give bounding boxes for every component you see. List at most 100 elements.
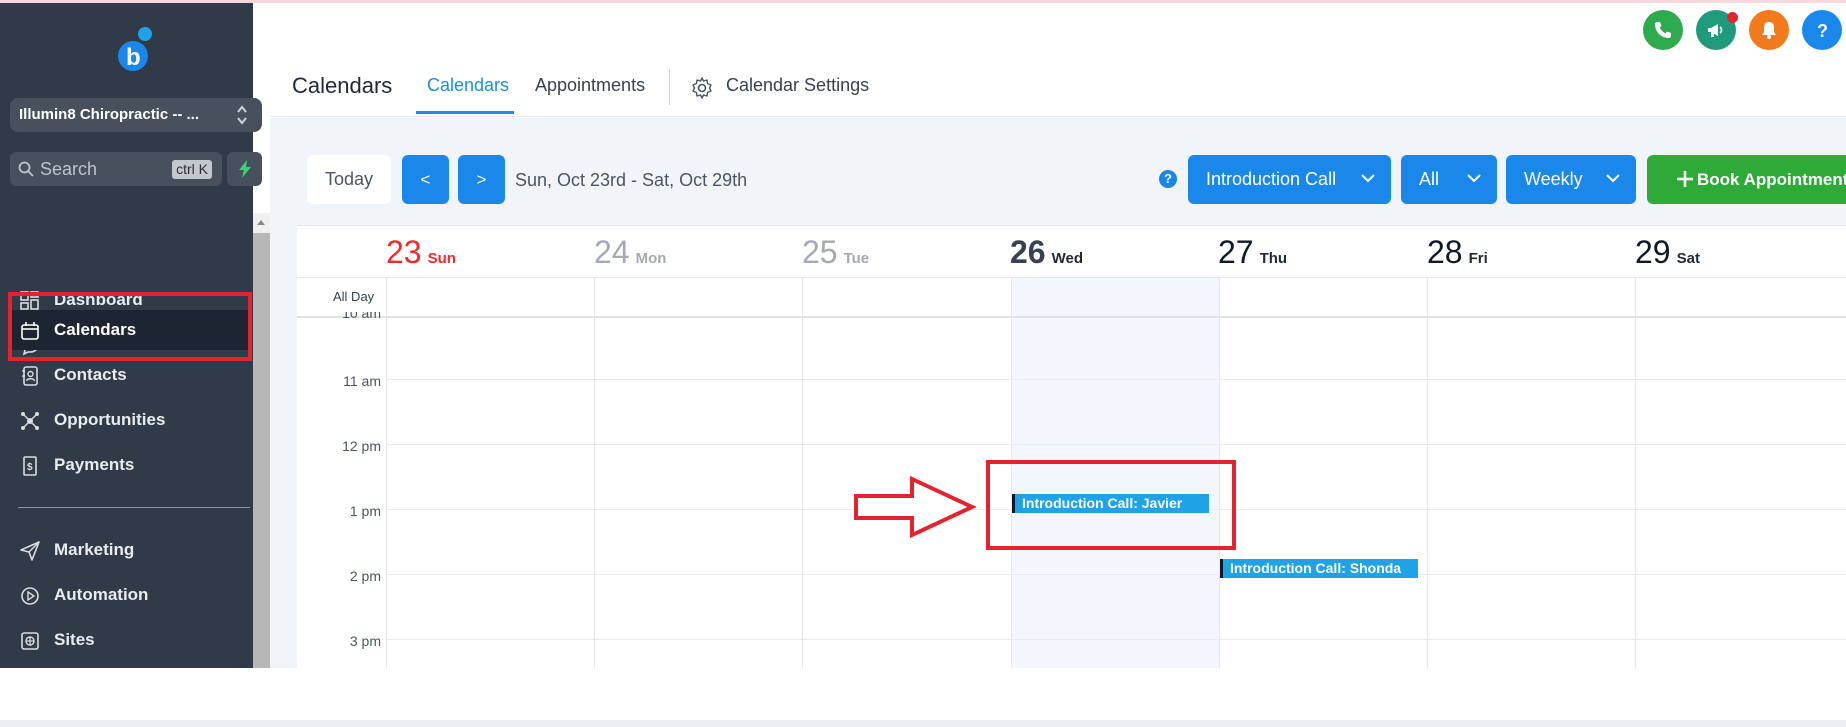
time-label: 2 pm [349, 568, 381, 584]
time-label: 3 pm [349, 633, 381, 649]
sidebar-item-marketing[interactable]: Marketing [10, 530, 250, 570]
header-divider [297, 277, 1846, 278]
sidebar-item-label: Opportunities [54, 410, 166, 429]
account-switcher[interactable]: Illumin8 Chiropractic -- ... [10, 98, 262, 132]
previous-week-button[interactable]: < [402, 155, 449, 204]
day-number: 29 [1635, 234, 1671, 270]
phone-icon [1655, 22, 1671, 38]
day-number: 26 [1010, 234, 1046, 270]
sidebar-divider [18, 507, 250, 508]
sidebar-item-contacts[interactable]: Contacts [10, 355, 250, 395]
svg-text:b: b [126, 44, 141, 71]
column-divider [386, 278, 387, 669]
event-introduction-call-shonda[interactable]: Introduction Call: Shonda [1220, 559, 1418, 578]
help-button[interactable]: ? [1802, 10, 1842, 50]
sidebar-item-label: Sites [54, 630, 95, 649]
time-label: 12 pm [342, 438, 381, 454]
search-shortcut-badge: ctrl K [172, 160, 212, 179]
page-bottom-bar [0, 720, 1846, 727]
day-header-mon[interactable]: 24 Mon [594, 234, 666, 274]
sidebar-search-input[interactable]: Search ctrl K [10, 152, 222, 186]
day-number: 28 [1427, 234, 1463, 270]
annotation-highlight-calendars [8, 292, 252, 361]
sidebar-item-label: Contacts [54, 365, 127, 384]
active-tab-indicator [416, 111, 514, 114]
day-name: Fri [1468, 250, 1488, 267]
bell-icon [1762, 22, 1776, 39]
calendar-filter-dropdown[interactable]: Introduction Call [1188, 155, 1391, 204]
all-day-label: All Day [333, 289, 375, 304]
column-divider [1635, 278, 1636, 669]
day-header-tue[interactable]: 25 Tue [802, 234, 869, 274]
annotation-highlight-event [986, 460, 1236, 550]
notifications-button[interactable] [1749, 10, 1789, 50]
date-range-label: Sun, Oct 23rd - Sat, Oct 29th [515, 170, 748, 190]
search-placeholder: Search [40, 159, 98, 179]
chevron-down-icon [1606, 174, 1620, 183]
page-bottom-strip [0, 668, 1846, 727]
day-header-thu[interactable]: 27 Thu [1218, 234, 1287, 274]
time-label: 10 am [342, 312, 381, 320]
lightning-bolt-icon [239, 160, 251, 178]
hour-line [387, 379, 1846, 380]
day-number: 23 [386, 234, 422, 270]
chevron-down-icon [1361, 174, 1375, 183]
help-icon: ? [1817, 21, 1828, 40]
today-button[interactable]: Today [307, 155, 391, 204]
tab-calendar-settings[interactable]: Calendar Settings [726, 75, 869, 96]
day-header-fri[interactable]: 28 Fri [1427, 234, 1488, 274]
paper-plane-icon [20, 541, 40, 561]
user-filter-dropdown[interactable]: All [1401, 155, 1497, 204]
day-header-wed[interactable]: 26 Wed [1010, 234, 1083, 274]
gear-icon[interactable] [690, 76, 714, 100]
view-mode-dropdown[interactable]: Weekly [1506, 155, 1636, 204]
tab-calendars[interactable]: Calendars [427, 75, 509, 96]
network-icon [21, 412, 39, 430]
account-name: Illumin8 Chiropractic -- ... [19, 106, 200, 123]
globe-square-icon [21, 632, 39, 650]
tab-appointments[interactable]: Appointments [535, 75, 645, 96]
page-header: Calendars Calendars Appointments Calenda… [270, 3, 1846, 117]
day-name: Tue [843, 250, 870, 267]
column-divider [1427, 278, 1428, 669]
week-calendar: 23 Sun 24 Mon 25 Tue 26 Wed 27 Thu 28 Fri 29 Sa… [297, 225, 1846, 669]
page-title: Calendars [292, 73, 393, 98]
user-filter-value: All [1419, 169, 1440, 189]
phone-button[interactable] [1643, 10, 1683, 50]
book-appointment-label: Book Appointment [1697, 170, 1846, 189]
next-week-button[interactable]: > [458, 155, 505, 204]
sidebar-scroll-up-button[interactable] [253, 213, 270, 233]
filter-help-icon[interactable]: ? [1159, 170, 1177, 188]
day-name: Mon [635, 250, 667, 267]
tab-separator [669, 69, 670, 105]
sidebar-item-sites[interactable]: Sites [10, 620, 250, 660]
book-appointment-button[interactable]: Book Appointment [1647, 155, 1846, 204]
day-number: 24 [594, 234, 630, 270]
search-icon [18, 161, 34, 177]
sidebar-item-label: Automation [54, 585, 149, 604]
day-name: Sun [427, 250, 456, 267]
hour-line [387, 444, 1846, 445]
hour-line [387, 574, 1846, 575]
all-day-divider [297, 316, 1846, 318]
sidebar-item-automation[interactable]: Automation [10, 575, 250, 615]
brand-logo-icon[interactable]: b [115, 25, 159, 73]
svg-text:$: $ [27, 462, 33, 473]
column-divider [594, 278, 595, 669]
day-name: Wed [1051, 250, 1083, 267]
quick-actions-button[interactable] [227, 152, 262, 186]
day-name: Sat [1676, 250, 1700, 267]
day-header-sun[interactable]: 23 Sun [386, 234, 456, 274]
megaphone-icon [1708, 24, 1723, 37]
sidebar-item-payments[interactable]: $ Payments [10, 445, 250, 485]
day-header-sat[interactable]: 29 Sat [1635, 234, 1700, 274]
sidebar-scrollbar-thumb[interactable] [253, 233, 270, 668]
chevron-down-icon [1467, 174, 1481, 183]
hour-line [387, 639, 1846, 640]
svg-text:?: ? [1817, 21, 1828, 40]
column-divider [802, 278, 803, 669]
contacts-book-icon [22, 366, 38, 386]
day-name: Thu [1259, 250, 1288, 267]
sidebar-item-opportunities[interactable]: Opportunities [10, 400, 250, 440]
play-circle-icon [21, 587, 39, 605]
